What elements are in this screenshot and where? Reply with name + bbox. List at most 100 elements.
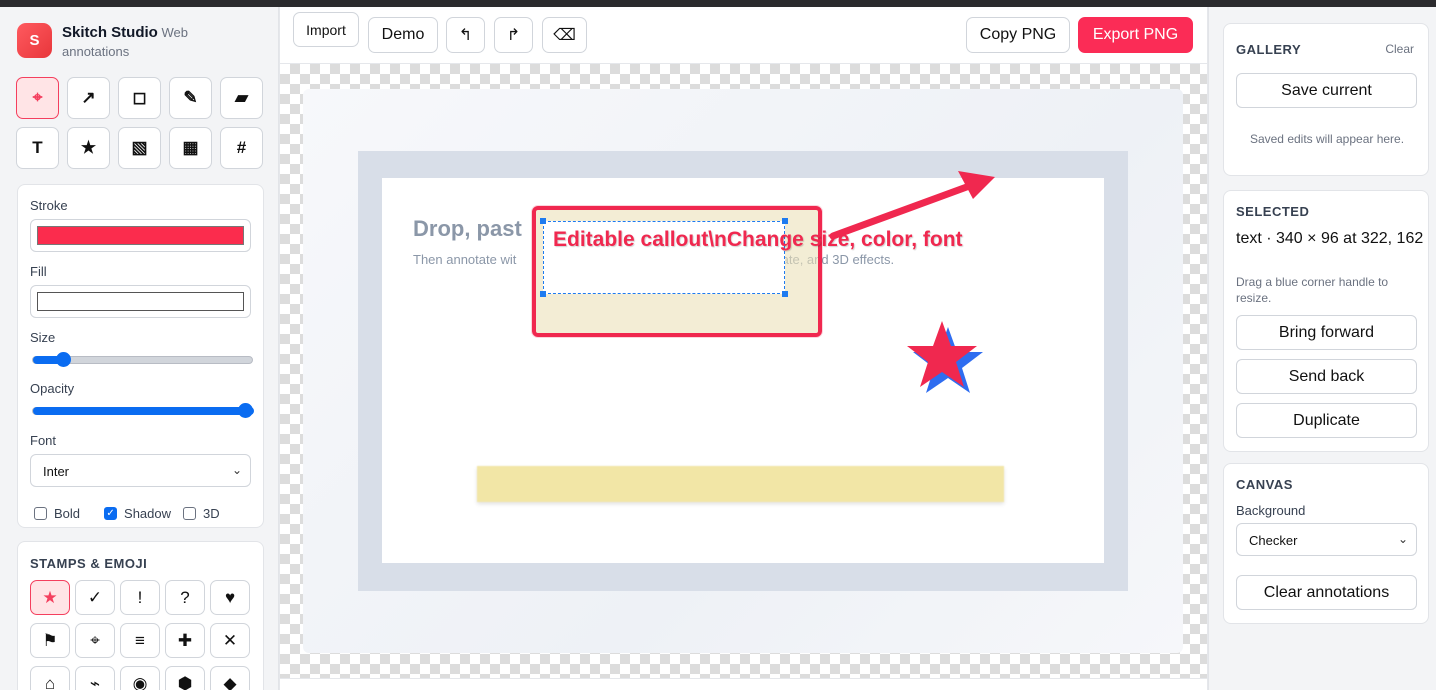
crosshair-tool-button[interactable]: ⌖	[16, 77, 59, 119]
bring-forward-button[interactable]: Bring forward	[1236, 315, 1417, 350]
text-tool-button[interactable]: T	[16, 127, 59, 169]
send-back-button[interactable]: Send back	[1236, 359, 1417, 394]
flag-stamp-button[interactable]: ⚑	[30, 623, 70, 658]
chevron-down-icon: ⌄	[1397, 532, 1408, 546]
canvas-paper[interactable]: Drop, past Then annotate wit xelate, and…	[303, 89, 1183, 653]
canvas-stage[interactable]: Drop, past Then annotate wit xelate, and…	[280, 64, 1207, 678]
crosshair-stamp-button[interactable]: ⌖	[75, 623, 115, 658]
size-slider-handle[interactable]	[56, 352, 71, 367]
redo-button[interactable]: ↱	[494, 17, 533, 53]
diamond-stamp-icon: ◆	[223, 673, 237, 690]
check-stamp-button[interactable]: ✓	[75, 580, 115, 615]
opacity-slider-handle[interactable]	[238, 403, 253, 418]
pencil-icon: ✎	[183, 88, 198, 107]
eraser-tool-button[interactable]: ▰	[220, 77, 263, 119]
gallery-title: GALLERY	[1236, 42, 1302, 57]
bold-label: Bold	[54, 506, 81, 521]
hexagon-stamp-button[interactable]: ⬢	[165, 666, 205, 690]
arrow-annotation[interactable]	[829, 171, 995, 240]
export-png-button[interactable]: Export PNG	[1078, 17, 1193, 53]
save-current-button[interactable]: Save current	[1236, 73, 1417, 108]
arrow-tool-button[interactable]: ↗	[67, 77, 110, 119]
question-stamp-button[interactable]: ?	[165, 580, 205, 615]
delete-button[interactable]: ⌫	[542, 17, 587, 53]
gallery-clear-button[interactable]: Clear	[1385, 42, 1414, 56]
font-select[interactable]: Inter ⌄	[30, 454, 251, 487]
blur-tool-button[interactable]: ▧	[118, 127, 161, 169]
selected-panel: SELECTED text · 340 × 96 at 322, 162 Dra…	[1223, 190, 1429, 452]
star-annotation[interactable]	[907, 321, 983, 393]
bold-checkbox[interactable]: Bold	[34, 506, 80, 521]
chevron-down-icon: ⌄	[231, 463, 242, 477]
arrow-icon: ↗	[81, 88, 96, 107]
crosshair-stamp-icon: ⌖	[90, 630, 100, 650]
app-name-suffix: Web	[161, 25, 188, 40]
star-icon: ★	[80, 138, 97, 157]
left-sidebar: S Skitch Studio Web annotations ⌖ ↗ ◻ ✎ …	[0, 7, 279, 690]
copy-png-button[interactable]: Copy PNG	[966, 17, 1070, 53]
star-stamp-icon: ★	[42, 587, 58, 607]
stroke-color-picker[interactable]	[30, 219, 251, 252]
target-stamp-icon: ◉	[132, 673, 148, 690]
star-stamp-button[interactable]: ★	[30, 580, 70, 615]
flag-stamp-icon: ⚑	[42, 630, 58, 650]
heart-stamp-button[interactable]: ♥	[210, 580, 250, 615]
undo-icon: ↰	[458, 27, 473, 44]
fill-color-swatch	[37, 292, 244, 311]
plus-stamp-button[interactable]: ✚	[165, 623, 205, 658]
opacity-slider[interactable]	[32, 403, 254, 418]
tool-grid: ⌖ ↗ ◻ ✎ ▰ T ★ ▧ ▦ #	[16, 77, 263, 169]
fill-color-picker[interactable]	[30, 285, 251, 318]
stamps-panel: STAMPS & EMOJI ★ ✓ ! ? ♥ ⚑ ⌖ ≡ ✚ ✕ ⌂ ⌁ ◉…	[17, 541, 264, 690]
backspace-icon: ⌫	[553, 27, 576, 44]
question-stamp-icon: ?	[180, 587, 190, 607]
target-stamp-button[interactable]: ◉	[120, 666, 160, 690]
rectangle-icon: ◻	[132, 88, 147, 107]
cross-stamp-icon: ✕	[222, 630, 238, 650]
exclamation-stamp-button[interactable]: !	[120, 580, 160, 615]
font-label: Font	[30, 433, 57, 448]
number-tool-button[interactable]: #	[220, 127, 263, 169]
undo-button[interactable]: ↰	[446, 17, 485, 53]
number-icon: #	[236, 138, 247, 157]
check-stamp-icon: ✓	[87, 587, 103, 607]
top-toolbar: Import Demo ↰ ↱ ⌫ Copy PNG Export PNG	[280, 7, 1207, 64]
lines-stamp-button[interactable]: ≡	[120, 623, 160, 658]
pixelate-tool-button[interactable]: ▦	[169, 127, 212, 169]
annotation-overlay	[829, 171, 995, 393]
brand: S Skitch Studio Web annotations	[17, 23, 222, 61]
pencil-tool-button[interactable]: ✎	[169, 77, 212, 119]
opacity-label: Opacity	[30, 381, 75, 396]
import-button[interactable]: Import	[293, 12, 359, 47]
star-tool-button[interactable]: ★	[67, 127, 110, 169]
three-d-checkbox[interactable]: 3D	[183, 506, 220, 521]
opacity-slider-fill	[33, 407, 254, 415]
bold-checkbox-box[interactable]	[34, 507, 47, 520]
blur-icon: ▧	[131, 138, 148, 157]
rectangle-tool-button[interactable]: ◻	[118, 77, 161, 119]
clear-annotations-button[interactable]: Clear annotations	[1236, 575, 1417, 610]
stroke-color-swatch	[37, 226, 244, 245]
size-label: Size	[30, 330, 56, 345]
exclamation-stamp-icon: !	[137, 587, 143, 607]
demo-button[interactable]: Demo	[368, 17, 438, 53]
cross-stamp-button[interactable]: ✕	[210, 623, 250, 658]
window-top-strip	[0, 0, 1436, 7]
background-select[interactable]: Checker ⌄	[1236, 523, 1417, 556]
background-label: Background	[1236, 503, 1306, 518]
size-slider[interactable]	[32, 352, 253, 367]
crosshair-icon: ⌖	[32, 88, 43, 107]
app-logo-icon: S	[17, 23, 52, 58]
stamps-title: STAMPS & EMOJI	[30, 556, 148, 571]
shadow-checkbox-box[interactable]: ✓	[104, 507, 118, 520]
squiggle-stamp-button[interactable]: ⌁	[75, 666, 115, 690]
three-d-checkbox-box[interactable]	[183, 507, 197, 520]
redo-icon: ↱	[506, 27, 521, 44]
stage-bottom-bar	[280, 678, 1207, 690]
house-stamp-button[interactable]: ⌂	[30, 666, 70, 690]
duplicate-button[interactable]: Duplicate	[1236, 403, 1417, 438]
diamond-stamp-button[interactable]: ◆	[210, 666, 250, 690]
shadow-checkbox[interactable]: ✓ Shadow	[104, 506, 171, 521]
three-d-label: 3D	[203, 506, 220, 521]
eraser-icon: ▰	[234, 88, 249, 107]
